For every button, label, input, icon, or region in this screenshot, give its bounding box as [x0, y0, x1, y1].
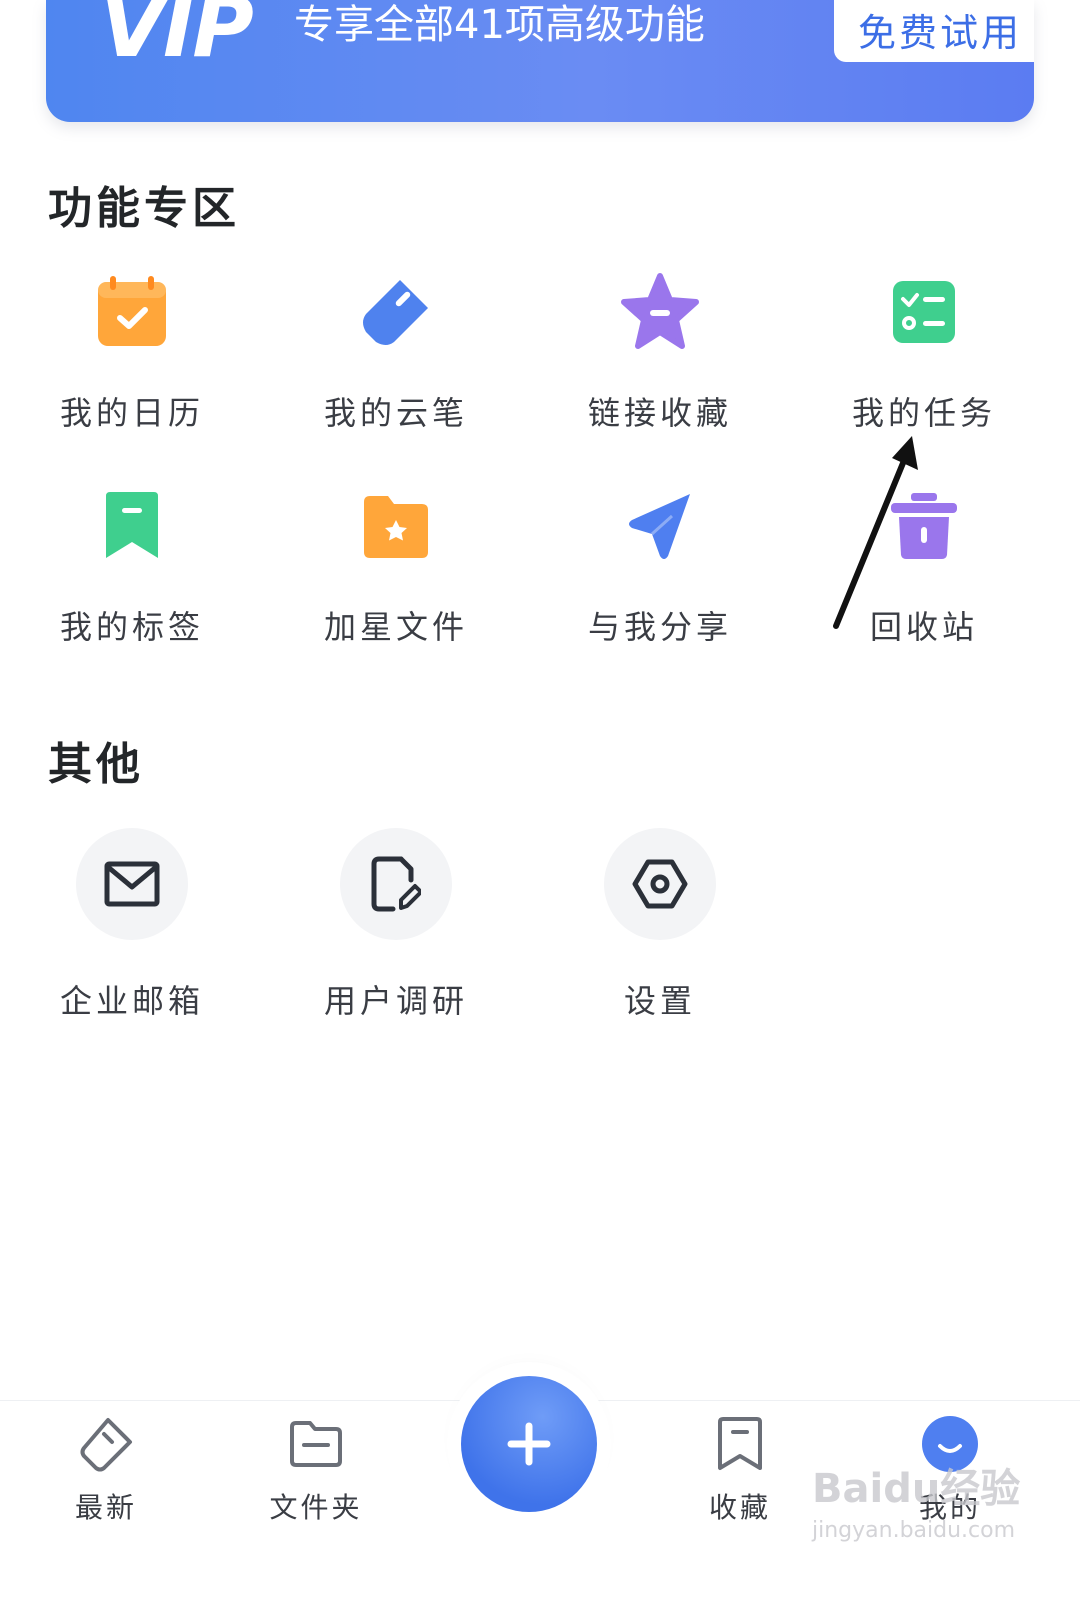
folder-icon [246, 1412, 386, 1476]
task-list-icon [884, 272, 964, 352]
settings-icon [604, 828, 716, 940]
send-icon [620, 486, 700, 566]
feature-label: 加星文件 [323, 608, 468, 646]
feature-my-tasks[interactable]: 我的任务 [814, 272, 1034, 434]
feature-link-favorites[interactable]: 链接收藏 [550, 272, 770, 434]
feature-label: 我的任务 [851, 394, 996, 432]
feature-label: 我的云笔 [323, 394, 468, 432]
other-user-survey[interactable]: 用户调研 [286, 828, 506, 1022]
nav-favorites[interactable]: 收藏 [670, 1412, 810, 1526]
cloud-pen-icon [356, 272, 436, 352]
calendar-icon [92, 272, 172, 352]
others-section-title: 其他 [48, 739, 144, 790]
nav-label: 文件夹 [269, 1491, 363, 1524]
other-enterprise-mail[interactable]: 企业邮箱 [22, 828, 242, 1022]
bookmark-icon [92, 486, 172, 566]
watermark-logo: Baidu经验 [812, 1466, 1021, 1512]
tag-icon [36, 1412, 176, 1476]
feature-tags[interactable]: 我的标签 [22, 486, 242, 648]
feature-label: 我的日历 [59, 394, 204, 432]
nav-label: 收藏 [708, 1491, 771, 1524]
free-trial-button[interactable]: 免费试用 [834, 0, 1034, 62]
other-settings[interactable]: 设置 [550, 828, 770, 1022]
nav-folder[interactable]: 文件夹 [246, 1412, 386, 1526]
star-folder-icon [356, 486, 436, 566]
nav-label: 最新 [74, 1491, 137, 1524]
feature-starred-files[interactable]: 加星文件 [286, 486, 506, 648]
feature-label: 与我分享 [587, 608, 732, 646]
star-icon [620, 272, 700, 352]
feature-label: 链接收藏 [587, 394, 732, 432]
other-label: 设置 [623, 982, 696, 1020]
other-label: 用户调研 [323, 982, 468, 1020]
nav-latest[interactable]: 最新 [36, 1412, 176, 1526]
feature-label: 我的标签 [59, 608, 204, 646]
bookmark-icon [670, 1412, 810, 1476]
feature-cloud-pen[interactable]: 我的云笔 [286, 272, 506, 434]
vip-logo: VIP [100, 0, 254, 76]
plus-icon [507, 1422, 551, 1466]
watermark-url: jingyan.baidu.com [812, 1518, 1016, 1543]
features-section-title: 功能专区 [48, 183, 240, 234]
feature-calendar[interactable]: 我的日历 [22, 272, 242, 434]
feature-shared-with-me[interactable]: 与我分享 [550, 486, 770, 648]
annotation-arrow [833, 436, 918, 629]
survey-icon [340, 828, 452, 940]
vip-promo-text: 专享全部41项高级功能 [294, 2, 705, 48]
add-button[interactable] [461, 1376, 597, 1512]
vip-banner[interactable]: VIP 专享全部41项高级功能 免费试用 [46, 0, 1034, 122]
other-label: 企业邮箱 [59, 982, 204, 1020]
mail-icon [76, 828, 188, 940]
